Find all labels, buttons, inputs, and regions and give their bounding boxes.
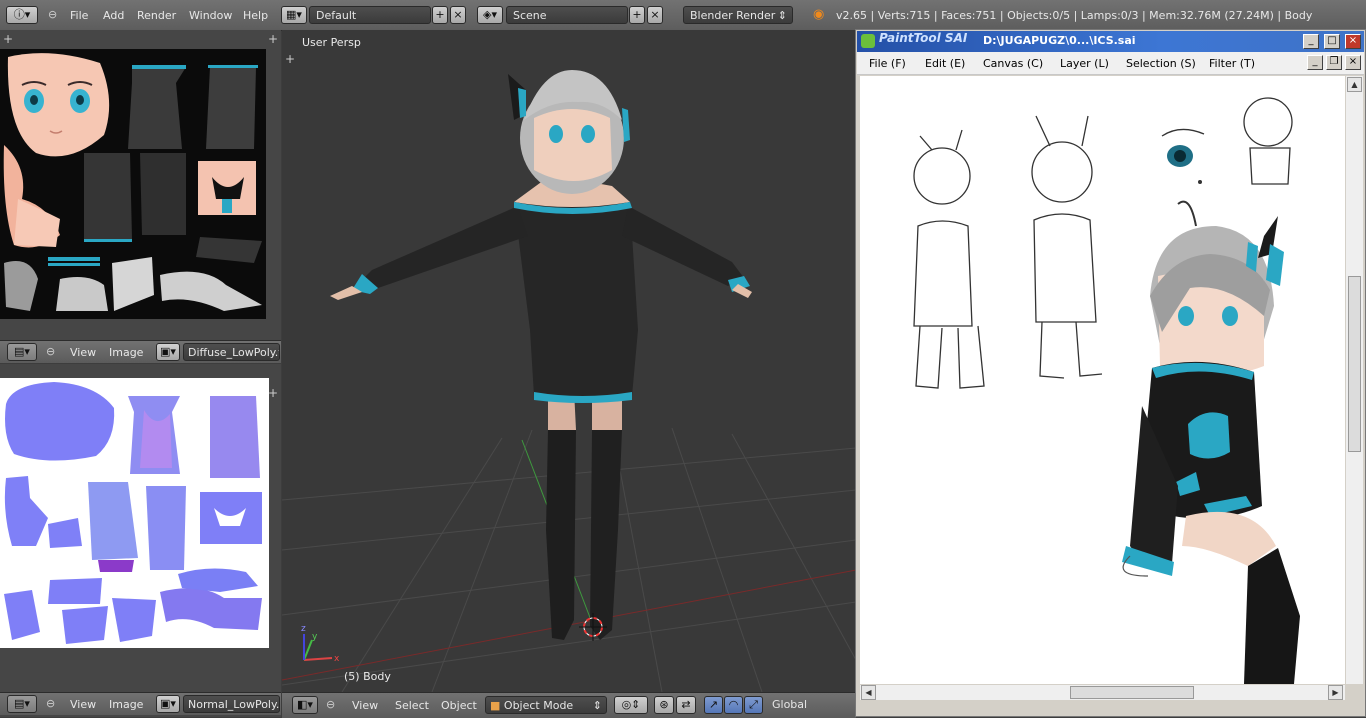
sai-menu-filter[interactable]: Filter (T) — [1209, 57, 1255, 70]
diffuse-texture-image — [0, 49, 266, 319]
close-icon[interactable]: × — [1345, 34, 1361, 49]
collapse-icon[interactable]: ⊖ — [48, 8, 57, 21]
document-path: D:\JUGAPUGZ\0...\ICS.sai — [983, 34, 1136, 47]
render-engine-select[interactable]: Blender Render ⇕ — [683, 6, 793, 24]
vertical-scroll-thumb[interactable] — [1348, 276, 1361, 452]
menu-file[interactable]: File — [70, 9, 88, 22]
doc-close-icon[interactable]: × — [1345, 55, 1361, 70]
menu-render[interactable]: Render — [137, 9, 176, 22]
sai-titlebar[interactable]: PaintTool SAI D:\JUGAPUGZ\0...\ICS.sai _… — [857, 31, 1364, 52]
transform-orientation-select[interactable]: Global — [768, 696, 854, 714]
scale-manipulator-icon[interactable]: ⤢ — [744, 696, 763, 714]
axis-x-label: x — [334, 654, 340, 664]
menu-view[interactable]: View — [352, 699, 378, 712]
image-browse-icon[interactable]: ▣▾ — [156, 343, 180, 361]
collapse-icon[interactable]: ⊖ — [46, 345, 55, 358]
region-plus-icon[interactable]: + — [268, 32, 278, 46]
sai-menubar: File (F) Edit (E) Canvas (C) Layer (L) S… — [857, 52, 1364, 75]
blender-logo-icon: ◉ — [813, 7, 825, 22]
image-editor-header: ▤▾ ⊖ View Image ▣▾ Diffuse_LowPoly.tga — [0, 340, 281, 363]
editor-type-3dview-button[interactable]: ◧▾ — [292, 696, 318, 714]
remove-scene-icon[interactable]: × — [647, 6, 663, 24]
region-plus-icon[interactable]: + — [268, 386, 278, 400]
image-name-field[interactable]: Normal_LowPoly.tga — [183, 695, 280, 713]
painttool-sai-window: PaintTool SAI D:\JUGAPUGZ\0...\ICS.sai _… — [855, 29, 1366, 717]
scroll-up-icon[interactable]: ▲ — [1347, 77, 1362, 92]
scene-stats: v2.65 | Verts:715 | Faces:751 | Objects:… — [836, 9, 1313, 22]
layout-name-field[interactable]: Default — [309, 6, 431, 24]
image-name-field[interactable]: Diffuse_LowPoly.tga — [183, 343, 280, 361]
remove-layout-icon[interactable]: × — [450, 6, 466, 24]
blender-top-bar: ⓘ▾ ⊖ File Add Render Window Help ▦▾ Defa… — [0, 0, 1366, 31]
editor-type-info-button[interactable]: ⓘ▾ — [6, 6, 38, 24]
menu-view[interactable]: View — [70, 346, 96, 359]
scene-name-field[interactable]: Scene — [506, 6, 628, 24]
orientation-label: Global — [772, 698, 808, 711]
sai-logo: PaintTool SAI — [879, 31, 968, 45]
add-scene-icon[interactable]: + — [629, 6, 645, 24]
horizontal-scroll-thumb[interactable] — [1070, 686, 1194, 699]
menu-window[interactable]: Window — [189, 9, 232, 22]
vertical-scrollbar[interactable]: ▲ — [1346, 76, 1363, 684]
minimize-icon[interactable]: _ — [1303, 34, 1319, 49]
mode-select[interactable]: ■ Object Mode ⇕ — [485, 696, 607, 714]
chevron-updown-icon: ⇕ — [777, 9, 787, 22]
scene-icon[interactable]: ◈▾ — [477, 6, 503, 24]
add-layout-icon[interactable]: + — [432, 6, 448, 24]
menu-add[interactable]: Add — [103, 9, 124, 22]
sai-menu-layer[interactable]: Layer (L) — [1060, 57, 1109, 70]
doc-minimize-icon[interactable]: _ — [1307, 55, 1323, 70]
uv-image-editor-diffuse: + + ▤▾ ⊖ View Image ▣▾ Diffuse_LowPoly. — [0, 30, 281, 363]
sai-menu-file[interactable]: File (F) — [869, 57, 906, 70]
rotate-manipulator-icon[interactable]: ◠ — [724, 696, 743, 714]
manipulator-toggle-icon[interactable]: ⇄ — [676, 696, 696, 714]
viewport-shading-icon[interactable]: ◎⇕ — [614, 696, 648, 714]
active-object-label: (5) Body — [344, 670, 391, 683]
horizontal-scrollbar[interactable]: ◀ ▶ — [860, 685, 1345, 700]
maximize-icon[interactable]: □ — [1324, 34, 1340, 49]
scroll-right-icon[interactable]: ▶ — [1328, 685, 1343, 700]
3d-viewport[interactable]: + User Persp x y z (5) Body — [282, 30, 856, 692]
sai-menu-edit[interactable]: Edit (E) — [925, 57, 965, 70]
sai-menu-canvas[interactable]: Canvas (C) — [983, 57, 1043, 70]
editor-type-image-button[interactable]: ▤▾ — [7, 695, 37, 713]
scroll-left-icon[interactable]: ◀ — [861, 685, 876, 700]
image-editor-header: ▤▾ ⊖ View Image ▣▾ Normal_LowPoly.tga — [0, 692, 281, 715]
menu-view[interactable]: View — [70, 698, 96, 711]
translate-manipulator-icon[interactable]: ↗ — [704, 696, 723, 714]
menu-image[interactable]: Image — [109, 346, 143, 359]
menu-image[interactable]: Image — [109, 698, 143, 711]
mode-label: Object Mode — [503, 699, 574, 712]
render-engine-label: Blender Render — [690, 9, 776, 22]
sai-menu-selection[interactable]: Selection (S) — [1126, 57, 1196, 70]
screen-layout-icon[interactable]: ▦▾ — [281, 6, 307, 24]
chevron-updown-icon: ⇕ — [592, 699, 602, 712]
sai-app-icon — [861, 34, 875, 48]
3d-viewport-header: ◧▾ ⊖ View Select Object ■ Object Mode ⇕ … — [282, 692, 856, 718]
normal-map-image — [0, 378, 269, 648]
menu-object[interactable]: Object — [441, 699, 477, 712]
menu-help[interactable]: Help — [243, 9, 268, 22]
uv-image-editor-normal: + ▤▾ ⊖ View Image ▣▾ Normal_LowPoly.tga — [0, 364, 281, 717]
doc-restore-icon[interactable]: ❐ — [1326, 55, 1342, 70]
object-mode-icon: ■ — [490, 699, 501, 712]
pivot-point-icon[interactable]: ⊛ — [654, 696, 674, 714]
character-sketch-artwork — [913, 97, 1300, 684]
collapse-icon[interactable]: ⊖ — [46, 697, 55, 710]
axis-y-label: y — [312, 632, 318, 642]
editor-type-image-button[interactable]: ▤▾ — [7, 343, 37, 361]
region-plus-icon[interactable]: + — [3, 32, 13, 46]
sai-canvas[interactable] — [860, 76, 1345, 684]
menu-select[interactable]: Select — [395, 699, 429, 712]
image-browse-icon[interactable]: ▣▾ — [156, 695, 180, 713]
collapse-icon[interactable]: ⊖ — [326, 698, 335, 711]
3d-scene-render — [282, 70, 856, 692]
axis-z-label: z — [301, 624, 306, 634]
